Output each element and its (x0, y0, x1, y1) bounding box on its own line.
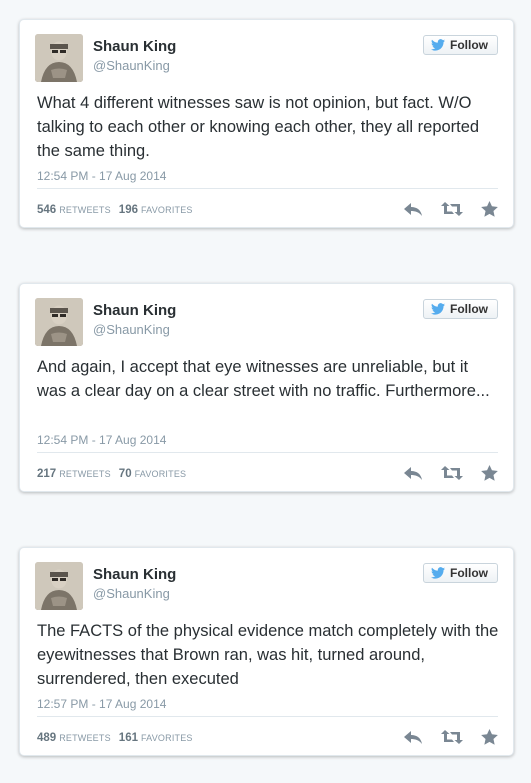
user-name[interactable]: Shaun King (93, 302, 176, 319)
tweet-timestamp[interactable]: 12:54 PM - 17 Aug 2014 (37, 169, 166, 183)
retweet-count[interactable]: 489 (37, 732, 56, 744)
favorites-label: FAVORITES (140, 733, 193, 743)
favorites-label: FAVORITES (134, 469, 187, 479)
favorite-count[interactable]: 70 (119, 468, 132, 480)
tweet-text: What 4 different witnesses saw is not op… (37, 94, 480, 160)
follow-button[interactable]: Follow (423, 35, 498, 55)
favorites-label: FAVORITES (140, 205, 193, 215)
follow-button[interactable]: Follow (423, 299, 498, 319)
tweet-text: The FACTS of the physical evidence match… (37, 622, 499, 688)
user-name[interactable]: Shaun King (93, 38, 176, 55)
tweet-stats: 217 RETWEETS 70 FAVORITES (37, 468, 194, 480)
favorite-count[interactable]: 196 (119, 204, 138, 216)
tweet-stats: 489 RETWEETS 161 FAVORITES (37, 732, 201, 744)
twitter-bird-icon (431, 303, 445, 315)
favorite-star-icon[interactable] (481, 465, 498, 481)
twitter-bird-icon (431, 567, 445, 579)
favorite-star-icon[interactable] (481, 729, 498, 745)
retweets-label: RETWEETS (59, 733, 111, 743)
divider (37, 716, 498, 717)
follow-label: Follow (450, 38, 488, 52)
tweet-card: Shaun King @ShaunKing Follow What 4 diff… (19, 19, 514, 228)
avatar[interactable] (35, 562, 83, 610)
favorite-count[interactable]: 161 (119, 732, 138, 744)
favorite-star-icon[interactable] (481, 201, 498, 217)
reply-icon[interactable] (403, 729, 423, 745)
retweet-icon[interactable] (441, 201, 463, 217)
tweet-actions (403, 465, 498, 481)
follow-label: Follow (450, 302, 488, 316)
tweet-stats: 546 RETWEETS 196 FAVORITES (37, 204, 201, 216)
reply-icon[interactable] (403, 465, 423, 481)
tweet-card: Shaun King @ShaunKing Follow And again, … (19, 283, 514, 492)
retweets-label: RETWEETS (59, 469, 111, 479)
follow-button[interactable]: Follow (423, 563, 498, 583)
avatar[interactable] (35, 34, 83, 82)
divider (37, 452, 498, 453)
follow-label: Follow (450, 566, 488, 580)
tweet-actions (403, 201, 498, 217)
avatar[interactable] (35, 298, 83, 346)
tweet-text: And again, I accept that eye witnesses a… (37, 358, 490, 400)
reply-icon[interactable] (403, 201, 423, 217)
tweet-actions (403, 729, 498, 745)
retweet-icon[interactable] (441, 465, 463, 481)
tweet-card: Shaun King @ShaunKing Follow The FACTS o… (19, 547, 514, 756)
user-handle[interactable]: @ShaunKing (93, 586, 170, 601)
user-handle[interactable]: @ShaunKing (93, 58, 170, 73)
retweet-count[interactable]: 217 (37, 468, 56, 480)
tweet-timestamp[interactable]: 12:57 PM - 17 Aug 2014 (37, 697, 166, 711)
retweet-count[interactable]: 546 (37, 204, 56, 216)
user-handle[interactable]: @ShaunKing (93, 322, 170, 337)
retweet-icon[interactable] (441, 729, 463, 745)
divider (37, 188, 498, 189)
tweet-timestamp[interactable]: 12:54 PM - 17 Aug 2014 (37, 433, 166, 447)
retweets-label: RETWEETS (59, 205, 111, 215)
twitter-bird-icon (431, 39, 445, 51)
user-name[interactable]: Shaun King (93, 566, 176, 583)
